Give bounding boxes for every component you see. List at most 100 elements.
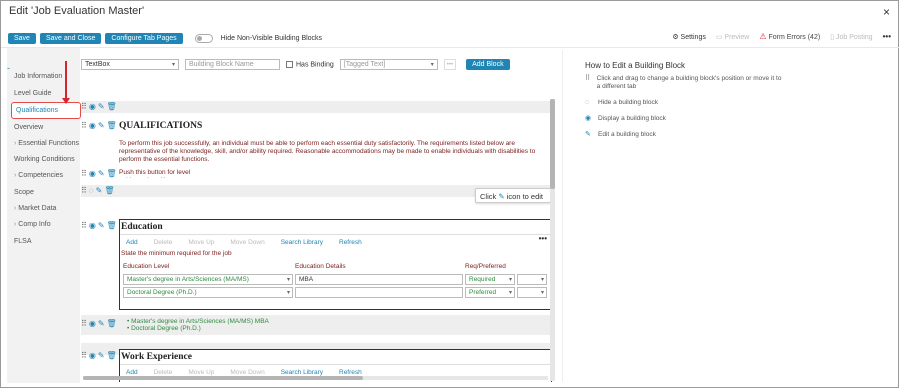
move-up-link[interactable]: Move Up	[188, 239, 214, 246]
save-and-close-button[interactable]: Save and Close	[39, 32, 102, 44]
delete-link[interactable]: Delete	[154, 239, 173, 246]
preview-link[interactable]: ▭ Preview	[716, 33, 749, 41]
help-item: ⠿ Click and drag to change a building bl…	[585, 75, 785, 91]
edit-icon: ✎	[585, 131, 591, 138]
sidebar-item-label: Competencies	[18, 172, 64, 179]
form-errors-link[interactable]: ⚠ Form Errors (42)	[759, 32, 820, 41]
sidebar-item-flsa[interactable]: FLSA	[14, 238, 32, 245]
req-preferred-select[interactable]: Preferred ▾	[465, 287, 515, 298]
eye-icon[interactable]: ◉	[89, 351, 96, 360]
annotation-arrow	[62, 61, 70, 104]
eye-icon[interactable]: ◉	[89, 169, 96, 178]
add-link[interactable]: Add	[126, 369, 138, 376]
eye-icon[interactable]: ◉	[89, 102, 96, 111]
edit-tooltip: Click ✎ icon to edit	[475, 188, 551, 203]
sidebar-item-level-guide[interactable]: Level Guide	[14, 90, 51, 97]
refresh-link[interactable]: Refresh	[339, 239, 362, 246]
top-right-actions: ⚙ Settings ▭ Preview ⚠ Form Errors (42) …	[672, 32, 891, 41]
help-text: Display a building block	[598, 115, 666, 122]
tagged-text-select[interactable]: [Tagged Text] ▾	[339, 59, 438, 70]
sidebar-item-scope[interactable]: Scope	[14, 189, 34, 196]
column-header: Education Level	[123, 263, 170, 270]
drag-handle-icon[interactable]: ⠿	[81, 169, 87, 178]
trash-icon[interactable]: 🗑	[107, 102, 117, 111]
add-link[interactable]: Add	[126, 239, 138, 246]
sidebar-item-essential-functions[interactable]: › Essential Functions	[14, 140, 79, 147]
trash-icon[interactable]: 🗑	[107, 169, 117, 178]
edit-icon[interactable]: ✎	[96, 186, 103, 195]
job-posting-link[interactable]: ▯ Job Posting	[830, 33, 872, 41]
trash-icon[interactable]: 🗑	[104, 186, 114, 195]
block-controls: ⠿ ◉ ✎ 🗑	[81, 121, 117, 130]
education-level-select[interactable]: Doctoral Degree (Ph.D.) ▾	[123, 287, 293, 298]
add-block-button[interactable]: Add Block	[466, 59, 510, 70]
trash-icon[interactable]: 🗑	[107, 319, 117, 328]
drag-handle-icon[interactable]: ⠿	[81, 121, 87, 130]
move-up-link[interactable]: Move Up	[188, 369, 214, 376]
block-type-select[interactable]: TextBox ▾	[81, 59, 179, 70]
hide-non-visible-toggle[interactable]	[194, 33, 213, 43]
help-title: How to Edit a Building Block	[585, 61, 686, 70]
edit-icon[interactable]: ✎	[98, 121, 105, 130]
dialog-window: Edit 'Job Evaluation Master' × Save Save…	[0, 0, 899, 388]
sidebar-item-job-information[interactable]: Job Information	[14, 73, 62, 80]
drag-handle-icon[interactable]: ⠿	[81, 221, 87, 230]
move-down-link[interactable]: Move Down	[230, 369, 264, 376]
configure-tab-pages-button[interactable]: Configure Tab Pages	[105, 32, 183, 44]
collapse-icon[interactable]: -	[7, 63, 10, 73]
settings-link[interactable]: ⚙ Settings	[672, 33, 706, 41]
more-options-icon[interactable]: •••	[443, 59, 457, 70]
search-library-link[interactable]: Search Library	[281, 239, 323, 246]
drag-handle-icon[interactable]: ⠿	[81, 319, 87, 328]
save-button[interactable]: Save	[8, 32, 36, 44]
refresh-link[interactable]: Refresh	[339, 369, 362, 376]
education-details-input[interactable]: MBA	[295, 274, 463, 285]
education-details-input[interactable]	[295, 287, 463, 298]
eye-icon[interactable]: ◉	[89, 221, 96, 230]
sidebar-item-overview[interactable]: Overview	[14, 124, 43, 131]
block-name-input[interactable]: Building Block Name	[185, 59, 280, 70]
sidebar-item-market-data[interactable]: › Market Data	[14, 205, 56, 212]
sidebar-item-comp-info[interactable]: › Comp Info	[14, 221, 51, 228]
drag-handle-icon[interactable]: ⠿	[81, 186, 87, 195]
scrollbar-thumb[interactable]	[550, 99, 555, 189]
edit-icon[interactable]: ✎	[98, 169, 105, 178]
scrollbar-thumb[interactable]	[83, 376, 363, 380]
extra-select[interactable]: ▾	[517, 287, 547, 298]
sidebar-item-qualifications[interactable]: Qualifications	[11, 102, 81, 119]
edit-icon[interactable]: ✎	[98, 221, 105, 230]
chevron-right-icon: ›	[14, 172, 17, 179]
education-bullet-list: • Master's degree in Arts/Sciences (MA/M…	[127, 318, 269, 332]
drag-handle-icon[interactable]: ⠿	[81, 351, 87, 360]
vertical-scrollbar[interactable]	[550, 99, 555, 381]
education-title: Education	[120, 220, 551, 235]
req-preferred-select[interactable]: Required ▾	[465, 274, 515, 285]
eye-icon[interactable]: ◉	[89, 121, 96, 130]
block-controls: ⠿ ◉ ✎ 🗑	[81, 102, 117, 111]
extra-select[interactable]: ▾	[517, 274, 547, 285]
horizontal-scrollbar[interactable]	[83, 376, 548, 380]
edit-icon[interactable]: ✎	[98, 319, 105, 328]
eye-icon[interactable]: ◉	[89, 319, 96, 328]
trash-icon[interactable]: 🗑	[107, 351, 117, 360]
sidebar-item-working-conditions[interactable]: Working Conditions	[14, 156, 75, 163]
block-separator-bar: ⠿ ◉ ✎ 🗑	[81, 101, 551, 113]
delete-link[interactable]: Delete	[154, 369, 173, 376]
close-icon[interactable]: ×	[883, 5, 890, 19]
move-down-link[interactable]: Move Down	[230, 239, 264, 246]
more-icon[interactable]: •••	[883, 32, 891, 41]
edit-icon[interactable]: ✎	[98, 351, 105, 360]
education-grid-header: Education Level Education Details Req/Pr…	[120, 263, 551, 273]
hide-icon[interactable]: ◌	[89, 186, 94, 195]
drag-handle-icon[interactable]: ⠿	[81, 102, 87, 111]
has-binding-checkbox[interactable]: Has Binding	[286, 60, 334, 68]
education-level-select[interactable]: Master's degree in Arts/Sciences (MA/MS)…	[123, 274, 293, 285]
more-options-icon[interactable]: •••	[539, 234, 547, 243]
search-library-link[interactable]: Search Library	[281, 369, 323, 376]
job-posting-label: Job Posting	[836, 33, 873, 41]
chevron-down-icon: ▾	[430, 62, 434, 68]
trash-icon[interactable]: 🗑	[107, 121, 117, 130]
edit-icon[interactable]: ✎	[98, 102, 105, 111]
sidebar-item-competencies[interactable]: › Competencies	[14, 172, 63, 179]
trash-icon[interactable]: 🗑	[107, 221, 117, 230]
